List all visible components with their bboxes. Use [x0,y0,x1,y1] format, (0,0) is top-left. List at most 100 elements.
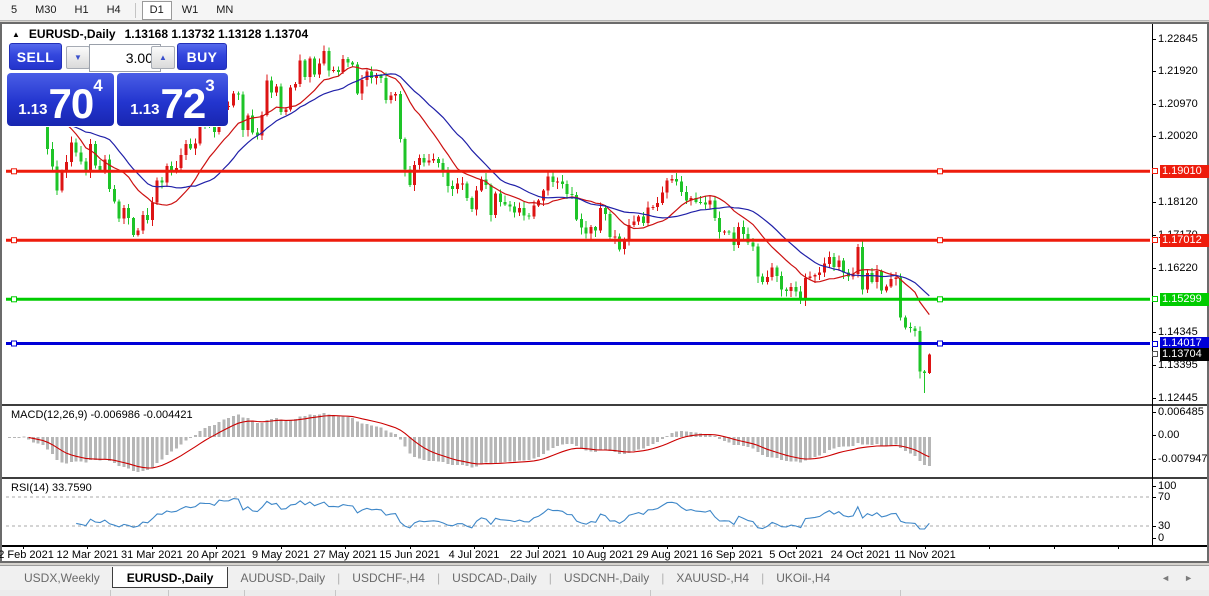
macd-histogram-bar [661,437,664,439]
macd-histogram-bar [265,420,268,437]
macd-histogram-bar [242,417,245,437]
chart-tab-usdchf-[interactable]: USDCHF-,H4 [340,567,437,589]
chart-tab-xauusd-[interactable]: XAUUSD-,H4 [664,567,761,589]
line-anchor-handle[interactable] [12,341,17,346]
macd-histogram-bar [351,418,354,437]
candle-up [542,191,545,201]
candle-up [737,227,740,245]
date-axis-tick [474,546,475,549]
candle-down [466,184,469,199]
tab-scroll-controls: ◄► [1161,573,1209,583]
macd-histogram-bar [151,437,154,468]
rsi-axis-tick-label: 0 [1158,532,1164,544]
chart-tab-usdcad-[interactable]: USDCAD-,Daily [440,567,549,589]
lot-increase-button[interactable]: ▲ [151,46,175,69]
candle-up [151,202,154,220]
buy-button[interactable]: BUY [177,43,227,70]
line-anchor-handle[interactable] [12,297,17,302]
timeframe-button-m30[interactable]: M30 [27,1,64,20]
panel-separator[interactable] [2,477,1207,479]
macd-histogram-bar [895,437,898,445]
candle-down [914,328,917,331]
timeframe-button-5[interactable]: 5 [3,1,25,20]
date-axis-label: 27 May 2021 [313,549,377,561]
panel-separator[interactable] [2,404,1207,406]
chart-tab-usdcnh-[interactable]: USDCNH-,Daily [552,567,661,589]
timeframe-button-h4[interactable]: H4 [99,1,129,20]
price-axis-tick-label: 1.20970 [1158,98,1198,110]
macd-histogram-bar [499,437,502,462]
candle-down [561,181,564,184]
candle-up [308,59,311,77]
candle-down [528,216,531,217]
candle-down [270,81,273,93]
rsi-indicator-label: RSI(14) 33.7590 [11,482,92,494]
timeframe-button-d1[interactable]: D1 [142,1,172,20]
scroll-left-icon[interactable]: ◄ [1161,573,1170,583]
macd-histogram-bar [837,437,840,447]
line-anchor-handle[interactable] [938,297,943,302]
candle-up [89,144,92,172]
rsi-axis-tick [1152,538,1156,539]
candle-down [304,61,307,77]
macd-histogram-bar [284,421,287,437]
chart-tab-ukoil-[interactable]: UKOil-,H4 [764,567,842,589]
macd-histogram-bar [108,437,111,461]
candle-up [246,115,249,130]
rsi-axis-tick [1152,486,1156,487]
buy-price-display[interactable]: 1.13 72 3 [117,73,228,126]
line-anchor-handle[interactable] [1152,237,1158,243]
line-anchor-handle[interactable] [938,341,943,346]
line-anchor-handle[interactable] [1152,168,1158,174]
status-strip-divider [168,590,169,596]
macd-histogram-bar [346,417,349,437]
candle-down [880,271,883,291]
macd-histogram-bar [818,437,821,455]
sell-button[interactable]: SELL [9,43,62,70]
chart-tab-eurusd-[interactable]: EURUSD-,Daily [112,567,229,588]
date-axis-tick [281,546,282,549]
macd-histogram-bar [218,422,221,437]
sell-price-sup: 4 [93,76,102,96]
timeframe-button-h1[interactable]: H1 [67,1,97,20]
macd-histogram-bar [75,437,78,462]
candle-down [713,201,716,218]
macd-histogram-bar [566,437,569,444]
line-anchor-handle[interactable] [938,238,943,243]
macd-histogram-bar [494,437,497,463]
line-anchor-handle[interactable] [938,169,943,174]
candle-up [361,80,364,94]
chart-tab-audusd-[interactable]: AUDUSD-,Daily [228,567,337,589]
line-anchor-handle[interactable] [1152,341,1158,347]
sell-price-display[interactable]: 1.13 70 4 [7,73,114,126]
macd-histogram-bar [785,437,788,461]
candle-up [156,181,159,203]
rsi-indicator-canvas[interactable] [6,479,1150,545]
line-anchor-handle[interactable] [1152,296,1158,302]
candle-up [199,124,202,143]
chart-tab-usdx[interactable]: USDX,Weekly [12,567,112,589]
candle-up [828,257,831,264]
candle-up [766,277,769,282]
macd-histogram-bar [561,437,564,444]
macd-histogram-bar [13,437,16,438]
candle-up [365,72,368,80]
line-anchor-handle[interactable] [1152,351,1158,357]
macd-histogram-bar [771,437,774,457]
macd-histogram-bar [432,437,435,461]
price-axis-tick [1152,398,1156,399]
line-anchor-handle[interactable] [12,169,17,174]
candle-up [456,184,459,190]
lot-decrease-button[interactable]: ▼ [66,46,90,69]
collapse-panel-icon[interactable]: ▲ [12,30,20,39]
candle-up [890,279,893,287]
scroll-right-icon[interactable]: ► [1184,573,1193,583]
candle-up [651,207,654,208]
macd-histogram-bar [408,437,411,454]
date-axis-tick [538,546,539,549]
macd-histogram-bar [880,437,883,445]
timeframe-button-mn[interactable]: MN [208,1,241,20]
line-anchor-handle[interactable] [12,238,17,243]
status-strip-divider [335,590,336,596]
timeframe-button-w1[interactable]: W1 [174,1,207,20]
